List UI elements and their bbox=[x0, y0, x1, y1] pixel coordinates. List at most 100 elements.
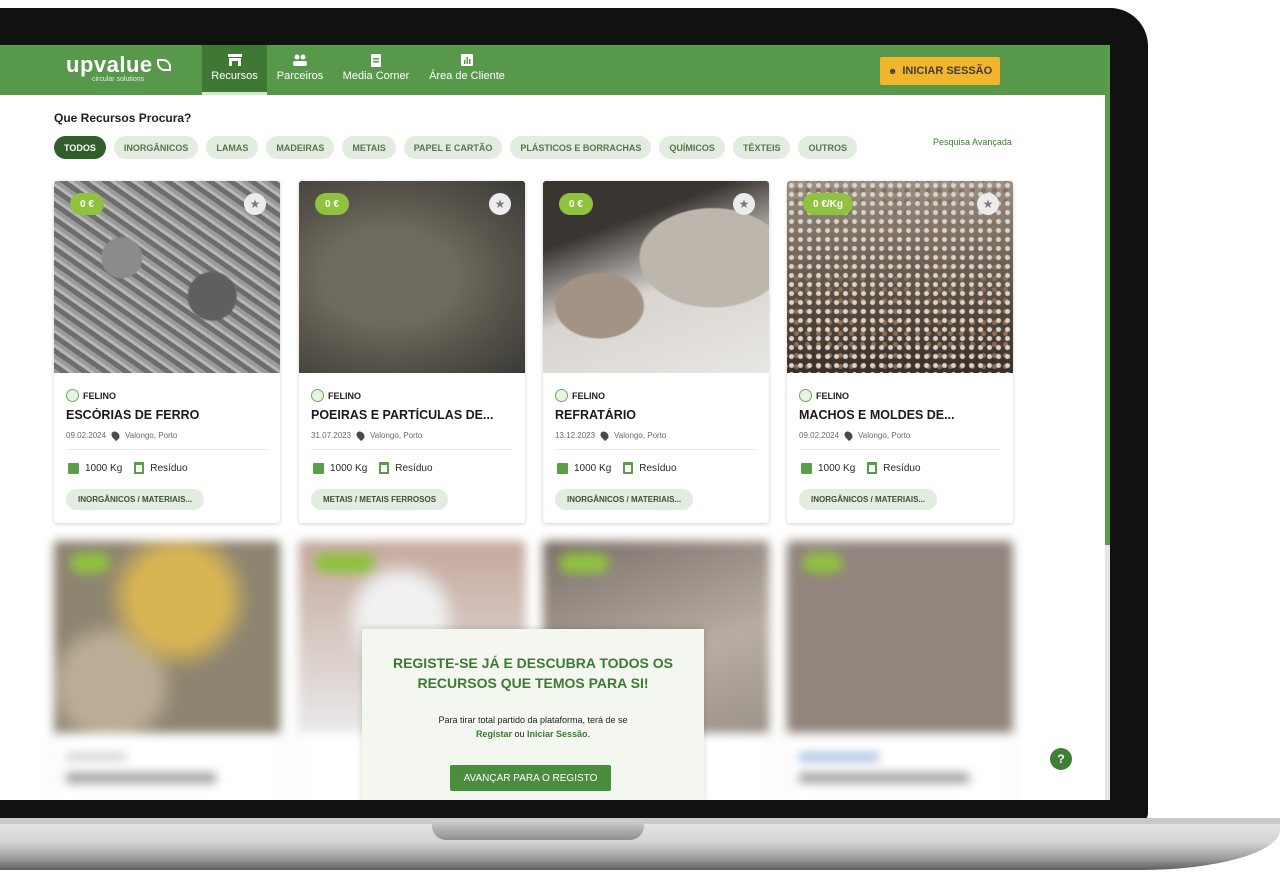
store-icon bbox=[227, 54, 242, 66]
browser-screen: upvalue circular solutions Recursos Parc… bbox=[0, 45, 1110, 800]
filter-madeiras[interactable]: MADEIRAS bbox=[266, 136, 335, 159]
card-divider bbox=[311, 449, 513, 450]
location-pin-icon bbox=[842, 429, 855, 442]
card-divider bbox=[66, 449, 268, 450]
filter-inorganicos[interactable]: INORGÂNICOS bbox=[113, 136, 199, 159]
register-text-line2: Registar ou Iniciar Sessão. bbox=[362, 727, 704, 741]
category-tag: INORGÂNICOS / MATERIAIS... bbox=[555, 489, 694, 510]
category-tag: INORGÂNICOS / MATERIAIS... bbox=[66, 489, 205, 510]
register-text-line1: Para tirar total partido da plataforma, … bbox=[438, 715, 628, 725]
resource-card[interactable]: 0 € ★ FELINO POEIRAS E PARTÍCULAS DE... … bbox=[299, 181, 525, 523]
blurred-resource-card bbox=[54, 541, 280, 800]
package-icon bbox=[557, 462, 568, 474]
resource-title[interactable]: ESCÓRIAS DE FERRO bbox=[66, 408, 271, 422]
owner-name: FELINO bbox=[816, 390, 849, 401]
owner-name: FELINO bbox=[328, 390, 361, 401]
resource-meta: 09.02.2024 Valongo, Porto bbox=[66, 429, 178, 442]
filter-lamas[interactable]: LAMAS bbox=[206, 136, 259, 159]
register-title: REGISTE-SE JÁ E DESCUBRA TODOS OS RECURS… bbox=[362, 653, 704, 693]
filter-todos[interactable]: TODOS bbox=[54, 136, 106, 159]
favorite-star-icon[interactable]: ★ bbox=[244, 193, 266, 215]
resource-title[interactable]: REFRATÁRIO bbox=[555, 408, 760, 422]
location-pin-icon bbox=[354, 429, 367, 442]
resource-title[interactable]: POEIRAS E PARTÍCULAS DE... bbox=[311, 408, 516, 422]
location-pin-icon bbox=[109, 429, 122, 442]
resource-location: Valongo, Porto bbox=[858, 431, 911, 440]
resource-stats: 1000 Kg Resíduo bbox=[557, 462, 677, 474]
package-icon bbox=[313, 462, 324, 474]
top-navigation: upvalue circular solutions Recursos Parc… bbox=[0, 45, 1105, 95]
resource-card[interactable]: 0 €/Kg ★ FELINO MACHOS E MOLDES DE... 09… bbox=[787, 181, 1013, 523]
waste-bin-icon bbox=[867, 462, 878, 474]
owner: FELINO bbox=[799, 389, 849, 402]
waste-bin-icon bbox=[134, 462, 145, 474]
logo-text: upvalue bbox=[66, 52, 153, 77]
filter-metais[interactable]: METAIS bbox=[342, 136, 396, 159]
chart-icon bbox=[461, 54, 473, 66]
resource-type: Resíduo bbox=[639, 462, 677, 474]
register-link[interactable]: Registar bbox=[476, 729, 512, 739]
resource-stats: 1000 Kg Resíduo bbox=[801, 462, 921, 474]
user-icon bbox=[555, 389, 568, 402]
user-icon bbox=[66, 389, 79, 402]
waste-bin-icon bbox=[623, 462, 634, 474]
resource-quantity: 1000 Kg bbox=[330, 462, 368, 474]
help-icon[interactable]: ? bbox=[1050, 748, 1072, 770]
register-or: ou bbox=[514, 729, 525, 739]
resource-stats: 1000 Kg Resíduo bbox=[313, 462, 433, 474]
user-icon bbox=[799, 389, 812, 402]
register-title-line2: RECURSOS QUE TEMOS PARA SI! bbox=[417, 675, 649, 691]
search-question: Que Recursos Procura? bbox=[54, 111, 192, 125]
filter-texteis[interactable]: TÊXTEIS bbox=[732, 136, 791, 159]
resource-type: Resíduo bbox=[883, 462, 921, 474]
register-button[interactable]: AVANÇAR PARA O REGISTO bbox=[450, 765, 611, 791]
resource-quantity: 1000 Kg bbox=[85, 462, 123, 474]
price-badge: 0 €/Kg bbox=[803, 193, 854, 215]
resource-title[interactable]: MACHOS E MOLDES DE... bbox=[799, 408, 1004, 422]
resource-meta: 13.12.2023 Valongo, Porto bbox=[555, 429, 667, 442]
resource-type: Resíduo bbox=[150, 462, 188, 474]
people-icon bbox=[293, 54, 307, 66]
filter-outros[interactable]: OUTROS bbox=[798, 136, 857, 159]
resource-type: Resíduo bbox=[395, 462, 433, 474]
resource-date: 09.02.2024 bbox=[66, 431, 107, 440]
resource-location: Valongo, Porto bbox=[125, 431, 178, 440]
scrollbar-thumb[interactable] bbox=[1105, 45, 1110, 545]
resource-quantity: 1000 Kg bbox=[818, 462, 856, 474]
price-badge: 0 € bbox=[70, 193, 104, 215]
resource-location: Valongo, Porto bbox=[614, 431, 667, 440]
filter-plasticos[interactable]: PLÁSTICOS E BORRACHAS bbox=[510, 136, 652, 159]
resource-card[interactable]: 0 € ★ FELINO REFRATÁRIO 13.12.2023 Valong… bbox=[543, 181, 769, 523]
category-tag: INORGÂNICOS / MATERIAIS... bbox=[799, 489, 938, 510]
favorite-star-icon[interactable]: ★ bbox=[733, 193, 755, 215]
favorite-star-icon[interactable]: ★ bbox=[977, 193, 999, 215]
resource-card[interactable]: 0 € ★ FELINO ESCÓRIAS DE FERRO 09.02.202… bbox=[54, 181, 280, 523]
nav-parceiros[interactable]: Parceiros bbox=[272, 45, 328, 95]
period: . bbox=[587, 729, 591, 739]
nav-media-corner[interactable]: Media Corner bbox=[338, 45, 414, 95]
resource-date: 13.12.2023 bbox=[555, 431, 596, 440]
register-title-line1: REGISTE-SE JÁ E DESCUBRA TODOS OS bbox=[392, 655, 674, 671]
category-tag: METAIS / METAIS FERROSOS bbox=[311, 489, 449, 510]
category-filters: TODOS INORGÂNICOS LAMAS MADEIRAS METAIS … bbox=[54, 136, 857, 159]
login-button[interactable]: ☻ INICIAR SESSÃO bbox=[880, 57, 1000, 85]
nav-area-cliente-label: Área de Cliente bbox=[429, 70, 505, 82]
favorite-star-icon[interactable]: ★ bbox=[489, 193, 511, 215]
upvalue-logo[interactable]: upvalue circular solutions bbox=[66, 52, 171, 83]
location-pin-icon bbox=[598, 429, 611, 442]
filter-papel-cartao[interactable]: PAPEL E CARTÃO bbox=[403, 136, 503, 159]
nav-recursos[interactable]: Recursos bbox=[202, 45, 267, 95]
package-icon bbox=[68, 462, 79, 474]
advanced-search-link[interactable]: Pesquisa Avançada bbox=[933, 137, 1012, 147]
waste-bin-icon bbox=[379, 462, 390, 474]
resource-date: 09.02.2024 bbox=[799, 431, 840, 440]
leaf-icon bbox=[156, 59, 171, 71]
price-badge: 0 € bbox=[559, 193, 593, 215]
resource-meta: 31.07.2023 Valongo, Porto bbox=[311, 429, 422, 442]
owner: FELINO bbox=[555, 389, 605, 402]
owner-name: FELINO bbox=[83, 390, 116, 401]
nav-area-cliente[interactable]: Área de Cliente bbox=[424, 45, 510, 95]
resource-quantity: 1000 Kg bbox=[574, 462, 612, 474]
login-link[interactable]: Iniciar Sessão bbox=[527, 729, 588, 739]
filter-quimicos[interactable]: QUÍMICOS bbox=[659, 136, 725, 159]
